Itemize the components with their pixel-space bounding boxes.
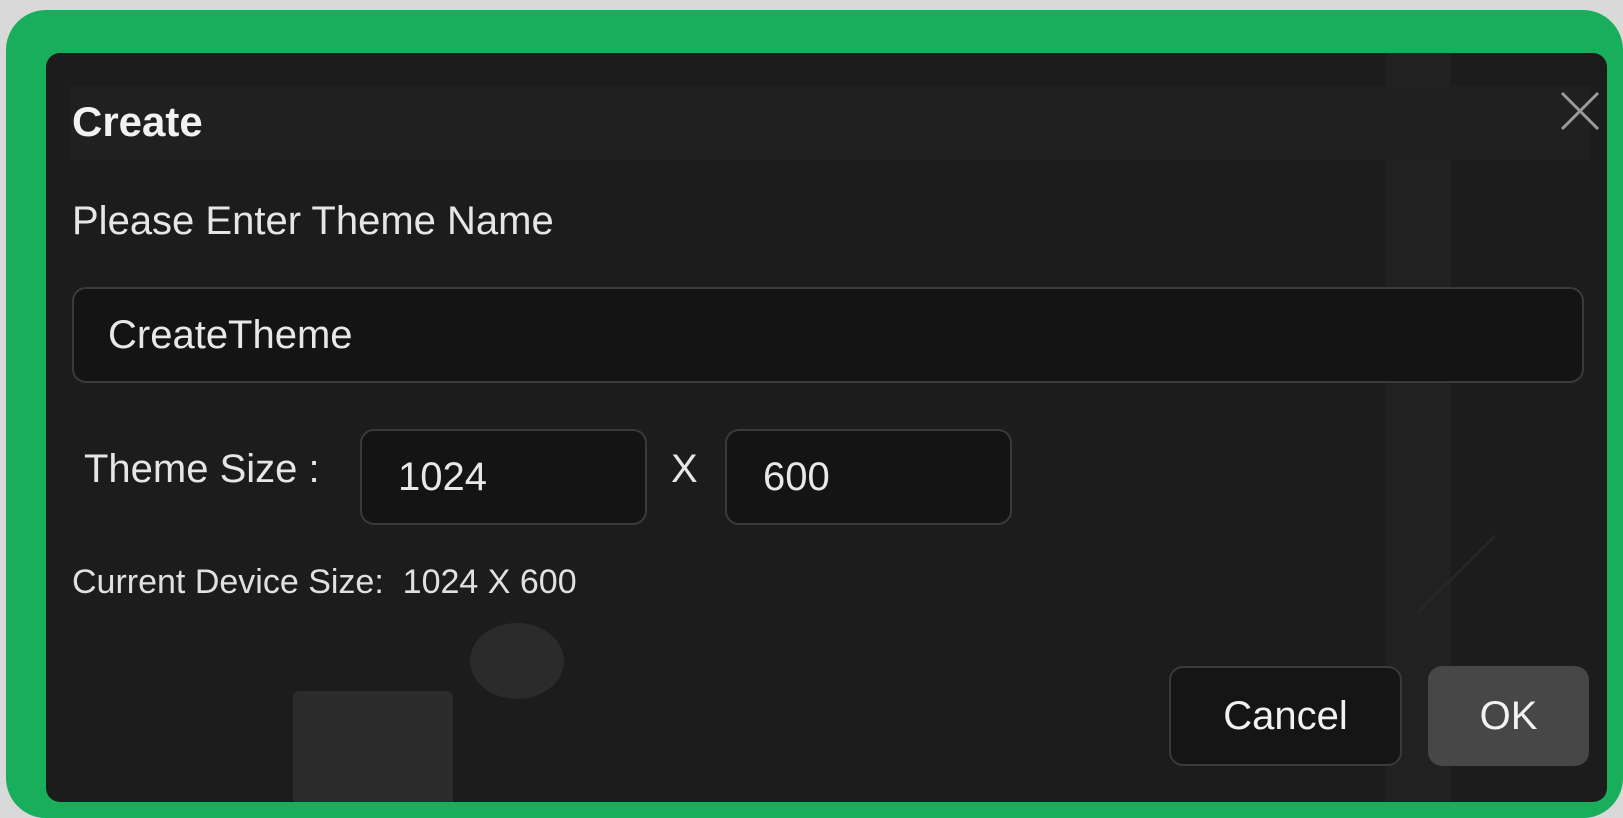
- theme-size-label: Theme Size :: [84, 447, 320, 491]
- ok-button[interactable]: OK: [1428, 666, 1589, 766]
- background-illustration: [293, 691, 453, 802]
- current-device-size: Current Device Size: 1024 X 600: [72, 563, 577, 601]
- window-frame: Create Please Enter Theme Name Theme Siz…: [6, 10, 1623, 818]
- theme-width-input[interactable]: [360, 429, 647, 525]
- size-separator: X: [671, 447, 698, 491]
- theme-height-input[interactable]: [725, 429, 1012, 525]
- dialog-title: Create: [72, 98, 203, 145]
- theme-name-input[interactable]: [72, 287, 1584, 383]
- close-icon[interactable]: [1558, 89, 1602, 133]
- create-dialog: Create Please Enter Theme Name Theme Siz…: [46, 53, 1607, 802]
- cancel-button[interactable]: Cancel: [1169, 666, 1402, 766]
- background-illustration: [470, 623, 564, 699]
- dialog-header: [70, 86, 1590, 160]
- background-decoration: [1416, 534, 1496, 615]
- theme-name-prompt: Please Enter Theme Name: [72, 199, 554, 243]
